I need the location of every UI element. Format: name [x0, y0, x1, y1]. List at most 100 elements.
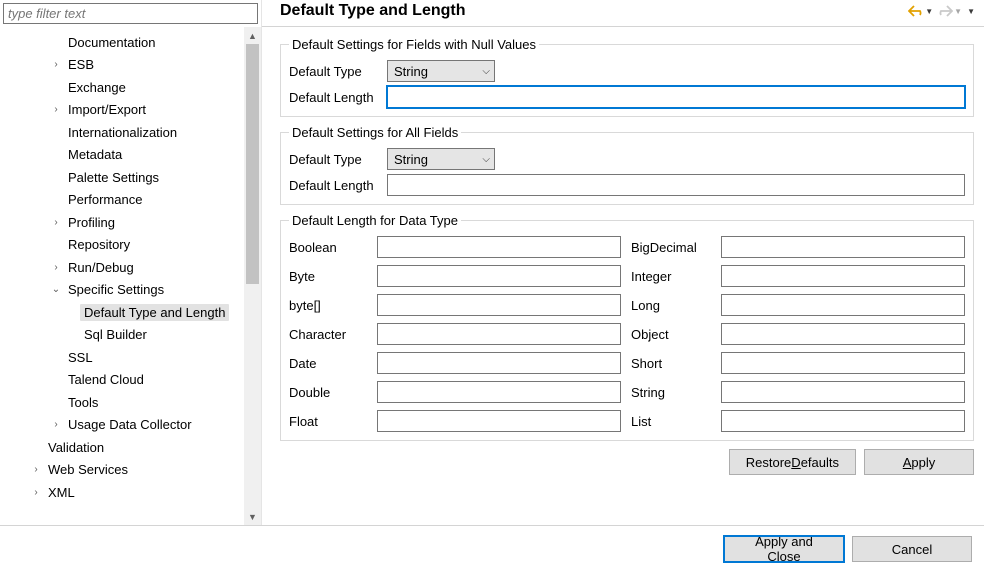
datatype-length-input[interactable]: [377, 294, 621, 316]
datatype-label: Object: [631, 327, 711, 342]
chevron-right-icon[interactable]: ›: [48, 262, 64, 273]
tree-item-label: Sql Builder: [80, 326, 151, 343]
null-type-select[interactable]: String ⌵: [387, 60, 495, 82]
datatype-label: BigDecimal: [631, 240, 711, 255]
dialog-footer: Apply and Close Cancel: [0, 525, 984, 572]
tree-item-label: XML: [44, 484, 79, 501]
chevron-down-icon: ▼: [967, 7, 975, 16]
tree-item[interactable]: Exchange: [0, 76, 244, 99]
legend-null: Default Settings for Fields with Null Va…: [289, 37, 539, 52]
chevron-right-icon[interactable]: ›: [28, 464, 44, 475]
datatype-label: Short: [631, 356, 711, 371]
fieldset-all-fields: Default Settings for All Fields Default …: [280, 125, 974, 205]
datatype-length-input[interactable]: [377, 265, 621, 287]
preferences-tree[interactable]: Documentation›ESBExchange›Import/ExportI…: [0, 27, 244, 525]
tree-item-label: Usage Data Collector: [64, 416, 196, 433]
chevron-right-icon[interactable]: ›: [48, 217, 64, 228]
tree-item-label: Tools: [64, 394, 102, 411]
tree-item[interactable]: Palette Settings: [0, 166, 244, 189]
datatype-label: Byte: [289, 269, 367, 284]
restore-defaults-button[interactable]: Restore Defaults: [729, 449, 856, 475]
tree-scrollbar[interactable]: ▲ ▼: [244, 27, 261, 525]
tree-item[interactable]: ›Usage Data Collector: [0, 414, 244, 437]
datatype-label: Double: [289, 385, 367, 400]
tree-item[interactable]: Validation: [0, 436, 244, 459]
scrollbar-thumb[interactable]: [246, 44, 259, 284]
apply-button[interactable]: Apply: [864, 449, 974, 475]
all-type-select[interactable]: String ⌵: [387, 148, 495, 170]
tree-item[interactable]: ›Profiling: [0, 211, 244, 234]
datatype-length-input[interactable]: [721, 294, 965, 316]
scroll-up-icon[interactable]: ▲: [244, 27, 261, 44]
null-type-label: Default Type: [289, 64, 387, 79]
tree-item-label: Documentation: [64, 34, 159, 51]
tree-item[interactable]: Metadata: [0, 144, 244, 167]
datatype-length-input[interactable]: [721, 352, 965, 374]
nav-back-button[interactable]: ▼: [907, 5, 934, 17]
all-type-value: String: [394, 152, 428, 167]
tree-item[interactable]: ⌄Specific Settings: [0, 279, 244, 302]
datatype-length-input[interactable]: [377, 410, 621, 432]
chevron-down-icon: ⌵: [482, 154, 490, 165]
tree-item[interactable]: Documentation: [0, 31, 244, 54]
chevron-right-icon[interactable]: ›: [48, 419, 64, 430]
fieldset-null-values: Default Settings for Fields with Null Va…: [280, 37, 974, 117]
chevron-right-icon[interactable]: ›: [48, 59, 64, 70]
datatype-length-input[interactable]: [721, 323, 965, 345]
tree-item[interactable]: ›Run/Debug: [0, 256, 244, 279]
tree-item[interactable]: ›Web Services: [0, 459, 244, 482]
scroll-down-icon[interactable]: ▼: [244, 508, 261, 525]
chevron-down-icon: ▼: [925, 7, 933, 16]
cancel-button[interactable]: Cancel: [852, 536, 972, 562]
tree-item[interactable]: Sql Builder: [0, 324, 244, 347]
datatype-label: List: [631, 414, 711, 429]
tree-item[interactable]: ›ESB: [0, 54, 244, 77]
tree-item-label: Web Services: [44, 461, 132, 478]
datatype-label: Long: [631, 298, 711, 313]
tree-item-label: Metadata: [64, 146, 126, 163]
datatype-label: Float: [289, 414, 367, 429]
datatype-length-input[interactable]: [377, 352, 621, 374]
datatype-label: byte[]: [289, 298, 367, 313]
datatype-length-input[interactable]: [721, 381, 965, 403]
datatype-length-input[interactable]: [721, 410, 965, 432]
legend-all: Default Settings for All Fields: [289, 125, 461, 140]
datatype-length-input[interactable]: [721, 265, 965, 287]
null-length-input[interactable]: [387, 86, 965, 108]
datatype-length-input[interactable]: [721, 236, 965, 258]
tree-item-label: Performance: [64, 191, 146, 208]
tree-item[interactable]: Repository: [0, 234, 244, 257]
datatype-length-input[interactable]: [377, 236, 621, 258]
tree-item[interactable]: SSL: [0, 346, 244, 369]
tree-item[interactable]: ›XML: [0, 481, 244, 504]
legend-dtl: Default Length for Data Type: [289, 213, 461, 228]
tree-item[interactable]: Tools: [0, 391, 244, 414]
chevron-right-icon[interactable]: ›: [28, 487, 44, 498]
tree-item[interactable]: ›Import/Export: [0, 99, 244, 122]
tree-item[interactable]: Performance: [0, 189, 244, 212]
filter-input[interactable]: [3, 3, 258, 24]
tree-item-label: Talend Cloud: [64, 371, 148, 388]
tree-item-label: Palette Settings: [64, 169, 163, 186]
apply-and-close-button[interactable]: Apply and Close: [724, 536, 844, 562]
chevron-right-icon[interactable]: ›: [48, 104, 64, 115]
page-menu-button[interactable]: ▼: [965, 7, 976, 16]
all-length-input[interactable]: [387, 174, 965, 196]
all-type-label: Default Type: [289, 152, 387, 167]
datatype-label: Date: [289, 356, 367, 371]
datatype-length-input[interactable]: [377, 381, 621, 403]
nav-forward-button[interactable]: ▼: [936, 5, 963, 17]
tree-item-label: Validation: [44, 439, 108, 456]
datatype-length-input[interactable]: [377, 323, 621, 345]
tree-item-label: Import/Export: [64, 101, 150, 118]
tree-item[interactable]: Talend Cloud: [0, 369, 244, 392]
all-length-label: Default Length: [289, 178, 387, 193]
tree-item-label: ESB: [64, 56, 98, 73]
page-title: Default Type and Length: [280, 2, 465, 20]
null-length-label: Default Length: [289, 90, 387, 105]
tree-item[interactable]: Default Type and Length: [0, 301, 244, 324]
tree-item[interactable]: Internationalization: [0, 121, 244, 144]
tree-item-label: Exchange: [64, 79, 130, 96]
tree-item-label: Internationalization: [64, 124, 181, 141]
chevron-down-icon[interactable]: ⌄: [48, 284, 64, 295]
